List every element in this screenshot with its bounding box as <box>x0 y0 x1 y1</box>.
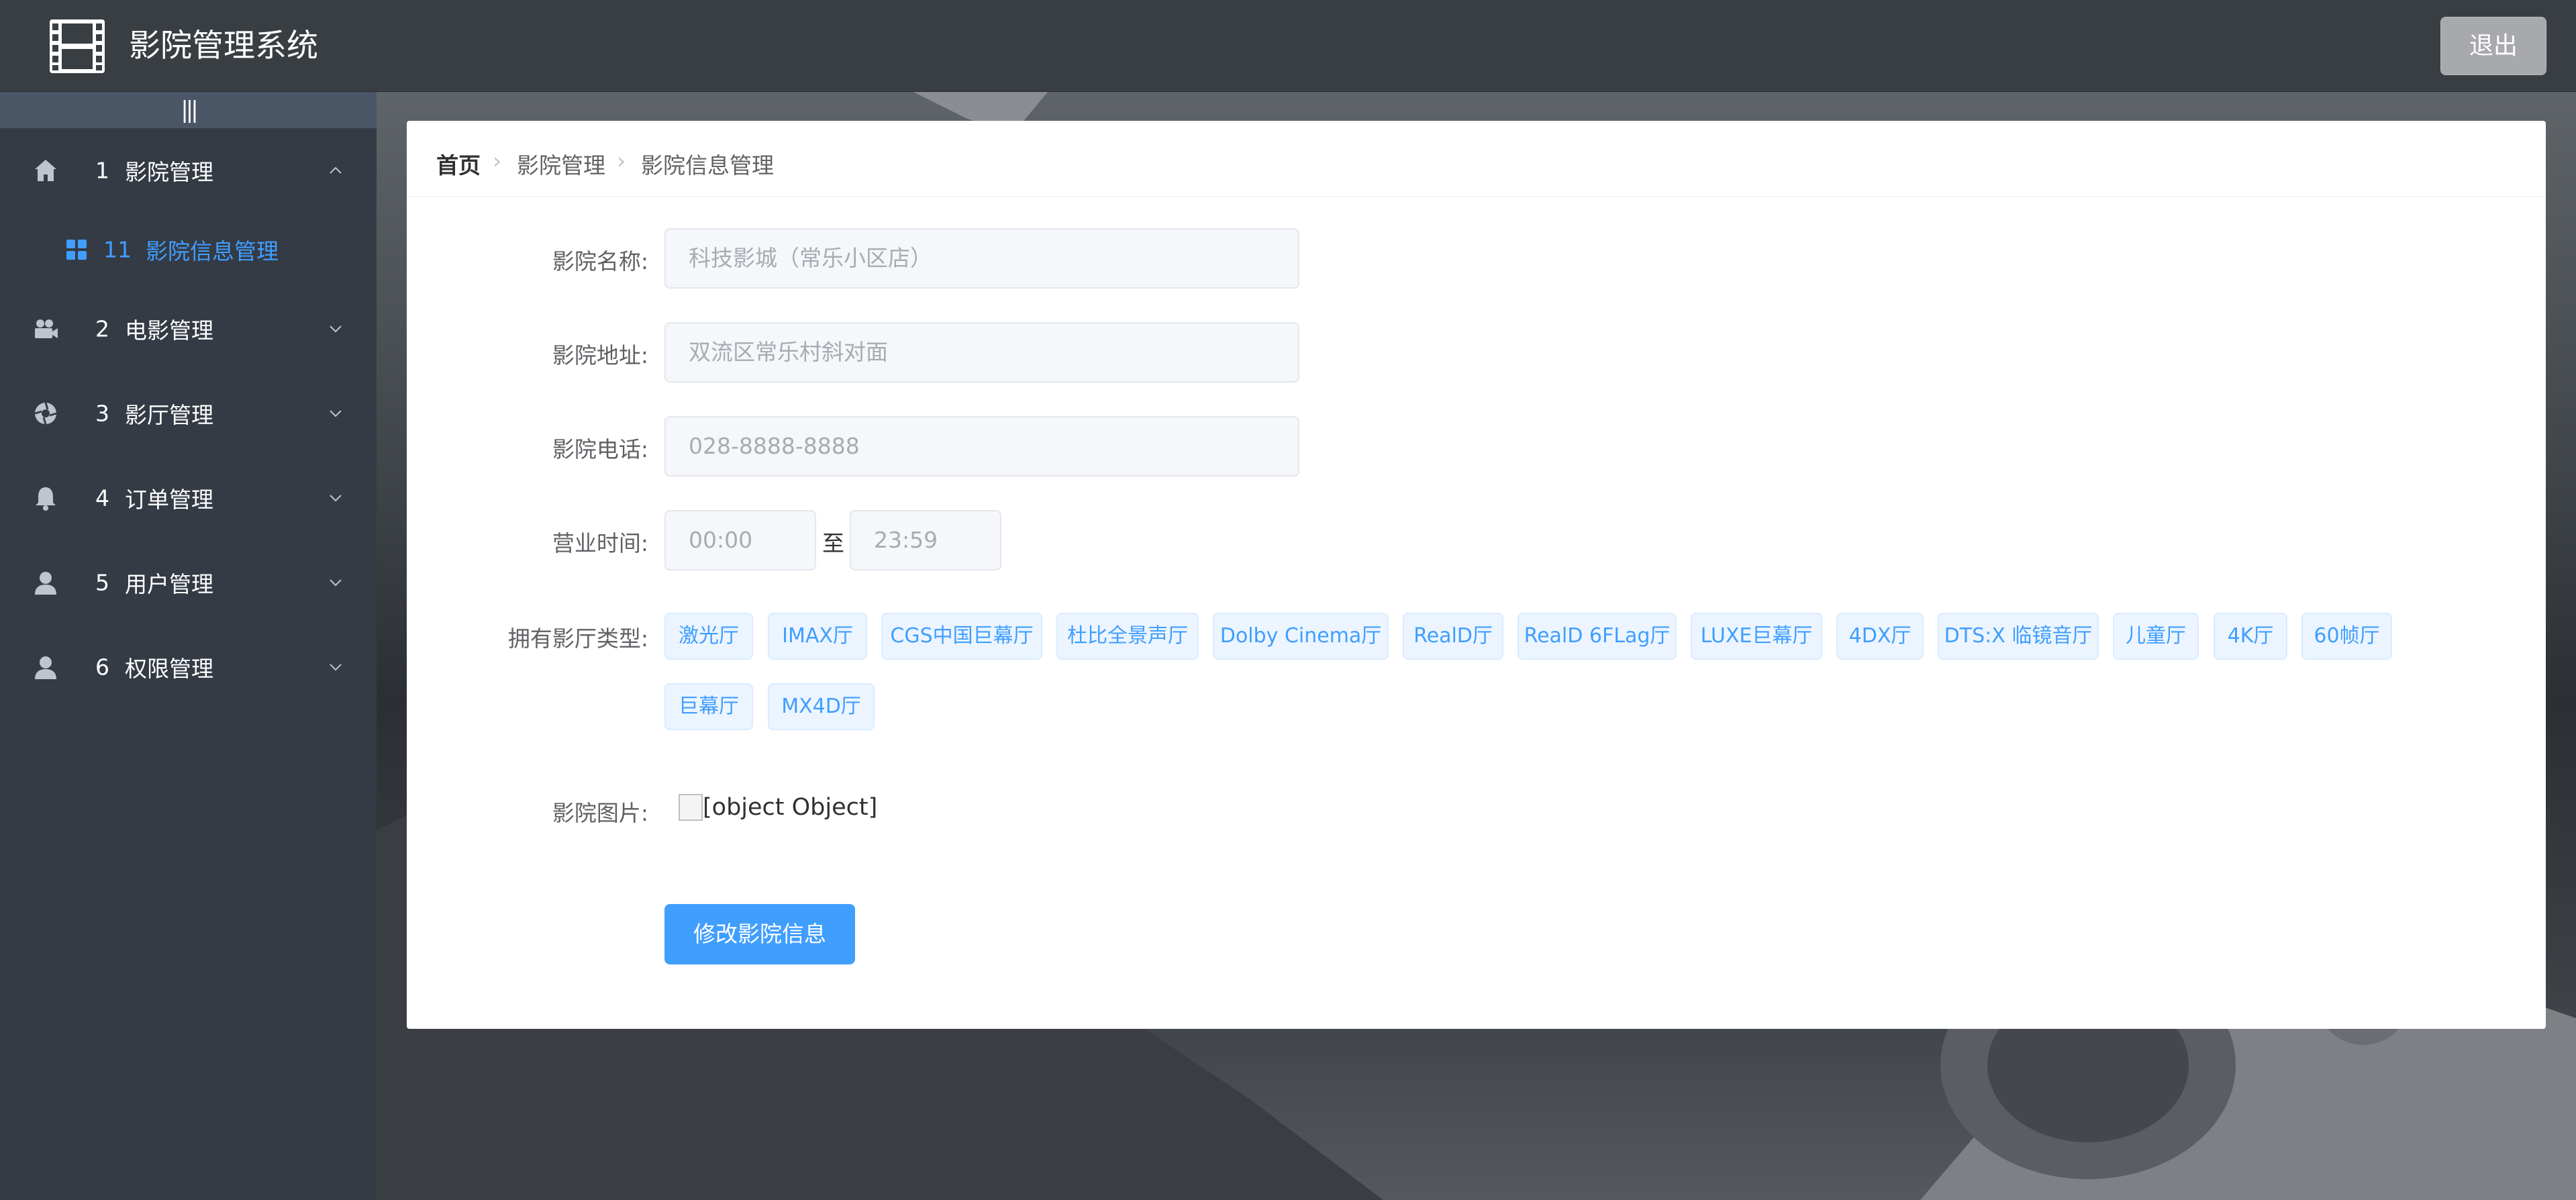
menu-number: 3 <box>95 400 109 427</box>
chevron-down-icon <box>330 410 342 417</box>
menu-number: 1 <box>95 157 109 184</box>
aperture-icon <box>34 402 57 425</box>
cinema-name-input[interactable]: 科技影城（常乐小区店） <box>664 228 1299 289</box>
hall-type-tag: 4DX厅 <box>1836 613 1924 660</box>
camera-icon <box>35 319 58 338</box>
main-panel: 首页 › 影院管理 › 影院信息管理 影院名称: 科技影城（常乐小区店） 影院地… <box>407 121 2546 1029</box>
chevron-down-icon <box>330 579 342 587</box>
cinema-address-input[interactable]: 双流区常乐村斜对面 <box>664 322 1299 383</box>
app-title: 影院管理系统 <box>129 28 318 64</box>
menu-number: 4 <box>95 485 109 511</box>
chevron-up-icon <box>330 166 342 174</box>
menu-label: 用户管理 <box>125 571 213 597</box>
cinema-address-label: 影院地址: <box>552 342 648 368</box>
breadcrumb-current: 影院信息管理 <box>641 152 774 179</box>
breadcrumb-cinema[interactable]: 影院管理 <box>517 148 605 180</box>
sidebar-item-order[interactable]: 4 订单管理 <box>0 456 377 540</box>
sidebar-item-permission[interactable]: 6 权限管理 <box>0 625 377 709</box>
chevron-down-icon <box>330 326 342 333</box>
menu-number: 5 <box>95 569 109 596</box>
cinema-name-label: 影院名称: <box>552 248 648 274</box>
hall-type-tag: 60帧厅 <box>2301 613 2392 660</box>
sidebar-item-movie[interactable]: 2 电影管理 <box>0 287 377 371</box>
top-header: 影院管理系统 退出 <box>0 0 2576 92</box>
hall-type-tag: LUXE巨幕厅 <box>1691 613 1822 660</box>
cinema-phone-label: 影院电话: <box>552 436 648 462</box>
hall-type-tag: MX4D厅 <box>768 683 875 730</box>
user-icon <box>35 572 56 595</box>
broken-image-icon <box>679 794 703 821</box>
sidebar-item-user[interactable]: 5 用户管理 <box>0 540 377 625</box>
chevron-down-icon <box>330 664 342 671</box>
hall-type-tag: 激光厅 <box>664 613 753 660</box>
cinema-image-label: 影院图片: <box>552 800 648 826</box>
hall-type-tag: 巨幕厅 <box>664 683 753 730</box>
menu-label: 影厅管理 <box>125 402 213 428</box>
menu-label: 电影管理 <box>125 317 213 344</box>
hall-type-tag: DTS:X 临镜音厅 <box>1938 613 2099 660</box>
menu-label: 影院管理 <box>125 159 213 185</box>
breadcrumb: 首页 › 影院管理 › 影院信息管理 <box>407 121 2546 197</box>
collapse-toggle[interactable]: ||| <box>0 92 377 128</box>
sidebar-item-cinema[interactable]: 1 影院管理 <box>0 128 377 213</box>
cinema-image: [object Object] <box>679 794 877 821</box>
sidebar: ||| 1 影院管理 11 影院信息管理 2 电影管理 3 影厅管理 4 订单管… <box>0 92 377 1200</box>
hall-type-tag: 4K厅 <box>2214 613 2287 660</box>
cinema-phone-input[interactable]: 028-8888-8888 <box>664 416 1299 477</box>
logout-button[interactable]: 退出 <box>2440 17 2546 75</box>
hall-type-tag: RealD厅 <box>1403 613 1503 660</box>
breadcrumb-home[interactable]: 首页 <box>436 148 481 180</box>
cinema-image-alt: [object Object] <box>703 794 878 821</box>
menu-number: 2 <box>95 315 109 342</box>
hall-type-tag: Dolby Cinema厅 <box>1213 613 1389 660</box>
hall-type-tag: 杜比全景声厅 <box>1056 613 1199 660</box>
breadcrumb-separator-icon: › <box>493 148 502 174</box>
hours-start-input[interactable]: 00:00 <box>664 510 816 570</box>
hall-type-tag: CGS中国巨幕厅 <box>881 613 1042 660</box>
bell-icon <box>36 487 56 511</box>
chevron-down-icon <box>330 495 342 502</box>
hall-type-tag: RealD 6FLag厅 <box>1518 613 1677 660</box>
hall-type-tag: IMAX厅 <box>768 613 867 660</box>
submenu-number: 11 <box>103 236 132 263</box>
sidebar-item-cinema-info[interactable]: 11 影院信息管理 <box>0 213 377 287</box>
menu-label: 权限管理 <box>125 656 213 682</box>
grid-icon <box>66 240 87 260</box>
business-hours-label: 营业时间: <box>552 530 648 556</box>
film-strip-icon <box>50 19 105 73</box>
update-cinema-button[interactable]: 修改影院信息 <box>664 904 855 964</box>
hours-to-label: 至 <box>822 530 844 556</box>
sidebar-item-hall[interactable]: 3 影厅管理 <box>0 371 377 456</box>
home-icon <box>35 160 56 181</box>
menu-label: 订单管理 <box>125 487 213 513</box>
hall-types-label: 拥有影厅类型: <box>507 626 648 652</box>
menu-number: 6 <box>95 654 109 681</box>
hall-type-tag: 儿童厅 <box>2113 613 2199 660</box>
submenu-label: 影院信息管理 <box>146 238 279 264</box>
hours-end-input[interactable]: 23:59 <box>850 510 1001 570</box>
breadcrumb-separator-icon: › <box>617 148 626 174</box>
user-icon <box>35 656 56 679</box>
